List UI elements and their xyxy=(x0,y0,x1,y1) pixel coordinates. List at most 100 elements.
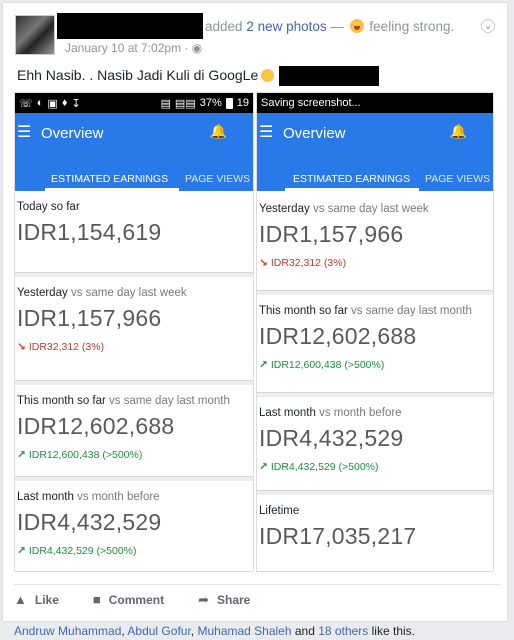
tab-page-views[interactable]: PAGE VIEWS xyxy=(185,173,250,185)
card-title: This month so far xyxy=(259,305,348,317)
notification-icons: ☏ ◐ ▣ ♦ ↧ xyxy=(19,97,81,110)
photos-link[interactable]: 2 new photos xyxy=(246,19,326,34)
post-action: added 2 new photos — feeling strong. xyxy=(205,19,454,34)
others-link[interactable]: 18 others xyxy=(318,624,368,638)
menu-icon[interactable]: ☰ xyxy=(259,125,273,141)
app-bar: ☰ Overview 🔔 ESTIMATED EARNINGS PAGE VIE… xyxy=(257,113,493,191)
liker-link[interactable]: Muhamad Shaleh xyxy=(197,624,291,638)
tab-estimated-earnings[interactable]: ESTIMATED EARNINGS xyxy=(293,173,410,185)
likes-separator: , xyxy=(190,624,195,638)
card-title: Today so far xyxy=(17,201,80,213)
redacted-author-name xyxy=(57,13,203,39)
card-title: Last month xyxy=(17,491,74,503)
card-label: Yesterday vs same day last week xyxy=(17,287,187,299)
post-timestamp[interactable]: January 10 at 7:02pm · ◉ xyxy=(65,41,202,55)
tab-page-views[interactable]: PAGE VIEWS xyxy=(425,173,490,185)
app-title: Overview xyxy=(41,125,104,142)
card-subtitle: vs same day last week xyxy=(312,203,429,215)
app-bar: ☰ Overview 🔔 ESTIMATED EARNINGS PAGE VIE… xyxy=(15,113,253,191)
post-actions: ▲ Like ■ Comment ➦ Share xyxy=(14,584,500,614)
card-change: ↘ IDR32,312 (3%) xyxy=(259,257,346,269)
thumbs-up-icon: ▲ xyxy=(14,592,27,607)
metric-card[interactable]: Today so far IDR1,154,619 xyxy=(15,191,253,273)
trend-down-icon: ↘ xyxy=(17,341,26,353)
card-change: ↗ IDR12,600,438 (>500%) xyxy=(17,449,142,461)
status-right: ▤ ▤▤ 37% 19 xyxy=(161,97,249,110)
feeling-text: feeling strong. xyxy=(369,19,455,34)
like-button[interactable]: ▲ Like xyxy=(14,592,59,607)
card-label: Last month vs month before xyxy=(17,491,160,503)
timestamp-text: January 10 at 7:02pm · xyxy=(65,41,189,55)
trend-up-icon: ↗ xyxy=(259,359,268,371)
tab-estimated-earnings[interactable]: ESTIMATED EARNINGS xyxy=(51,173,168,185)
card-title: Last month xyxy=(259,407,316,419)
card-value: IDR1,154,619 xyxy=(17,219,162,245)
card-subtitle: vs same day last month xyxy=(351,305,472,317)
card-title: Yesterday xyxy=(259,203,310,215)
card-value: IDR1,157,966 xyxy=(259,221,404,247)
card-label: Last month vs month before xyxy=(259,407,402,419)
status-bar: Saving screenshot... xyxy=(257,93,493,113)
menu-icon[interactable]: ☰ xyxy=(17,125,31,141)
alarm-icon: ◐ xyxy=(36,96,44,109)
metric-card[interactable]: Last month vs month before IDR4,432,529 … xyxy=(257,397,493,491)
trend-up-icon: ↗ xyxy=(259,461,268,473)
card-label: Yesterday vs same day last week xyxy=(259,203,429,215)
status-text: Saving screenshot... xyxy=(261,97,361,109)
card-value: IDR12,602,688 xyxy=(259,323,417,349)
card-subtitle: vs same day last month xyxy=(109,395,230,407)
change-text: IDR12,600,438 (>500%) xyxy=(28,449,143,461)
metric-card[interactable]: Yesterday vs same day last week IDR1,157… xyxy=(257,193,493,291)
card-label: This month so far vs same day last month xyxy=(17,395,230,407)
share-label: Share xyxy=(217,592,251,607)
change-text: IDR4,432,529 (>500%) xyxy=(270,461,379,473)
liker-link[interactable]: Abdul Gofur xyxy=(127,624,190,638)
likes-and: and xyxy=(294,624,315,638)
card-subtitle: vs month before xyxy=(77,491,160,503)
card-list: Yesterday vs same day last week IDR1,157… xyxy=(257,193,493,571)
signal-icon: ▤▤ xyxy=(174,97,196,110)
smile-emoji-icon xyxy=(261,69,275,82)
trend-down-icon: ↘ xyxy=(259,257,268,269)
image-icon: ▣ xyxy=(47,97,58,110)
card-change: ↗ IDR4,432,529 (>500%) xyxy=(259,461,379,473)
change-text: IDR32,312 (3%) xyxy=(270,257,347,269)
card-label: Lifetime xyxy=(259,505,299,517)
share-button[interactable]: ➦ Share xyxy=(198,592,250,608)
card-value: IDR1,157,966 xyxy=(17,305,162,331)
share-arrow-icon: ➦ xyxy=(198,591,209,607)
card-title: Lifetime xyxy=(259,505,300,517)
comment-label: Comment xyxy=(108,592,165,607)
card-subtitle: vs month before xyxy=(319,407,402,419)
metric-card[interactable]: Last month vs month before IDR4,432,529 … xyxy=(15,481,253,571)
bell-icon[interactable]: 🔔 xyxy=(210,123,227,140)
avatar[interactable] xyxy=(15,15,55,55)
bell-icon: ♦ xyxy=(61,96,68,109)
bell-icon[interactable]: 🔔 xyxy=(450,123,467,140)
comment-button[interactable]: ■ Comment xyxy=(93,592,164,607)
screenshot-left[interactable]: ☏ ◐ ▣ ♦ ↧ ▤ ▤▤ 37% 19 ☰ Overview 🔔 ESTIM… xyxy=(14,92,254,572)
liker-link[interactable]: Andruw Muhammad xyxy=(14,624,121,638)
metric-card[interactable]: Yesterday vs same day last week IDR1,157… xyxy=(15,277,253,381)
metric-card[interactable]: This month so far vs same day last month… xyxy=(257,295,493,393)
card-value: IDR17,035,217 xyxy=(259,523,417,549)
post-header: added 2 new photos — feeling strong. Jan… xyxy=(15,13,495,57)
status-time: 19 xyxy=(236,97,249,109)
battery-percent: 37% xyxy=(199,97,222,109)
status-bar: ☏ ◐ ▣ ♦ ↧ ▤ ▤▤ 37% 19 xyxy=(15,93,253,113)
metric-card[interactable]: Lifetime IDR17,035,217 xyxy=(257,495,493,571)
chevron-down-icon[interactable]: ⌄ xyxy=(481,19,495,33)
post-text: Ehh Nasib. . Nasib Jadi Kuli di GoogLe xyxy=(17,67,275,83)
card-change: ↘ IDR32,312 (3%) xyxy=(17,341,104,353)
card-change: ↗ IDR12,600,438 (>500%) xyxy=(259,359,384,371)
card-value: IDR4,432,529 xyxy=(259,425,404,451)
screenshot-right[interactable]: Saving screenshot... ☰ Overview 🔔 ESTIMA… xyxy=(256,92,494,572)
feeling-emoji-icon xyxy=(349,19,364,33)
trend-up-icon: ↗ xyxy=(17,449,26,461)
card-change: ↗ IDR4,432,529 (>500%) xyxy=(17,545,137,557)
metric-card[interactable]: This month so far vs same day last month… xyxy=(15,385,253,477)
active-tab-indicator xyxy=(285,188,419,191)
post-text-content: Ehh Nasib. . Nasib Jadi Kuli di GoogLe xyxy=(17,67,259,83)
app-title: Overview xyxy=(283,125,346,142)
download-icon: ↧ xyxy=(71,97,81,110)
